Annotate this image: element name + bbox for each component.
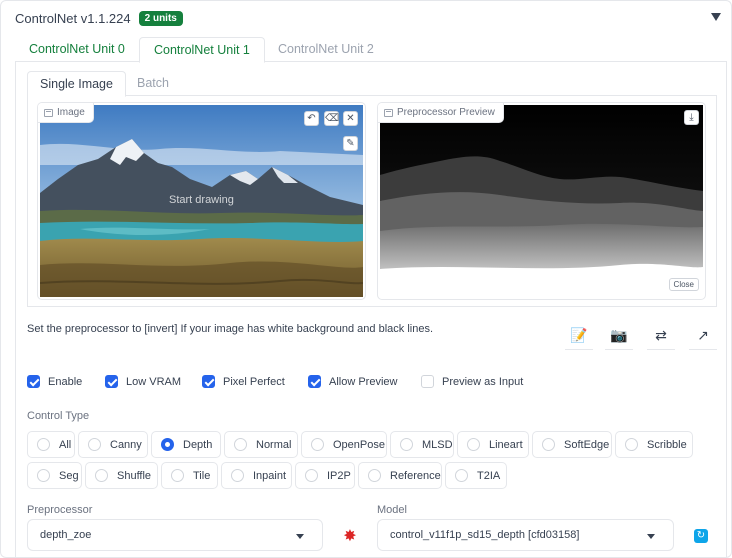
- model-select[interactable]: control_v11f1p_sd15_depth [cfd03158]: [377, 519, 674, 551]
- download-icon[interactable]: ⤓: [684, 110, 699, 125]
- model-label: Model: [377, 504, 407, 516]
- start-drawing-hint: Start drawing: [169, 194, 234, 206]
- tab-unit-1[interactable]: ControlNet Unit 1: [139, 37, 265, 63]
- preview-as-input-checkbox[interactable]: Preview as Input: [421, 375, 523, 388]
- control-type-softedge[interactable]: SoftEdge: [532, 431, 612, 458]
- control-type-tile[interactable]: Tile: [161, 462, 218, 489]
- close-icon[interactable]: ✕: [343, 111, 358, 126]
- allow-preview-checkbox[interactable]: Allow Preview: [308, 375, 397, 388]
- image-icon: [384, 108, 393, 117]
- image-canvas-box[interactable]: Image Start drawing ↶ ⌫ ✕ ✎: [37, 102, 366, 300]
- undo-icon[interactable]: ↶: [304, 111, 319, 126]
- tab-unit-2[interactable]: ControlNet Unit 2: [264, 37, 388, 62]
- collapse-icon[interactable]: [711, 13, 721, 21]
- brush-icon[interactable]: ✎: [343, 136, 358, 151]
- control-type-shuffle[interactable]: Shuffle: [85, 462, 158, 489]
- controlnet-panel: ControlNet v1.1.224 2 units ControlNet U…: [0, 0, 732, 558]
- control-type-openpose[interactable]: OpenPose: [301, 431, 387, 458]
- depth-map-preview: [380, 105, 703, 297]
- eraser-icon[interactable]: ⌫: [324, 111, 339, 126]
- swap-icon[interactable]: ⇄: [647, 322, 675, 350]
- panel-title: ControlNet v1.1.224: [15, 11, 131, 26]
- control-type-ip2p[interactable]: IP2P: [295, 462, 355, 489]
- preprocessor-preview-box: Preprocessor Preview ⤓ Close: [377, 102, 706, 300]
- control-type-depth[interactable]: Depth: [151, 431, 221, 458]
- low-vram-checkbox[interactable]: Low VRAM: [105, 375, 181, 388]
- image-label: Image: [38, 103, 94, 123]
- preprocessor-label: Preprocessor: [27, 504, 93, 516]
- explosion-icon[interactable]: ✸: [337, 523, 363, 549]
- control-type-reference[interactable]: Reference: [358, 462, 442, 489]
- preview-label: Preprocessor Preview: [378, 103, 504, 123]
- control-type-mlsd[interactable]: MLSD: [390, 431, 454, 458]
- control-type-seg[interactable]: Seg: [27, 462, 82, 489]
- invert-hint: Set the preprocessor to [invert] If your…: [27, 323, 433, 335]
- image-icon: [44, 108, 53, 117]
- control-type-t2ia[interactable]: T2IA: [445, 462, 507, 489]
- control-type-inpaint[interactable]: Inpaint: [221, 462, 292, 489]
- units-badge: 2 units: [138, 11, 183, 26]
- enable-checkbox[interactable]: Enable: [27, 375, 82, 388]
- tab-batch[interactable]: Batch: [125, 71, 181, 96]
- chevron-down-icon: [647, 534, 655, 539]
- pixel-perfect-checkbox[interactable]: Pixel Perfect: [202, 375, 285, 388]
- tab-single-image[interactable]: Single Image: [27, 71, 126, 97]
- control-type-lineart[interactable]: Lineart: [457, 431, 529, 458]
- edit-icon[interactable]: 📝: [565, 322, 593, 350]
- input-tabs: Single Image Batch: [27, 71, 717, 97]
- control-type-all[interactable]: All: [27, 431, 75, 458]
- close-preview-button[interactable]: Close: [668, 278, 699, 291]
- control-type-label: Control Type: [27, 410, 90, 422]
- send-dimensions-icon[interactable]: ↗: [689, 322, 717, 350]
- unit-tabs: ControlNet Unit 0 ControlNet Unit 1 Cont…: [15, 37, 727, 63]
- chevron-down-icon: [296, 534, 304, 539]
- preprocessor-select[interactable]: depth_zoe: [27, 519, 323, 551]
- control-type-scribble[interactable]: Scribble: [615, 431, 693, 458]
- panel-header[interactable]: ControlNet v1.1.224 2 units: [15, 11, 183, 26]
- camera-icon[interactable]: 📷: [605, 322, 633, 350]
- refresh-icon[interactable]: ↻: [694, 529, 708, 543]
- control-type-normal[interactable]: Normal: [224, 431, 298, 458]
- control-type-canny[interactable]: Canny: [78, 431, 148, 458]
- tab-unit-0[interactable]: ControlNet Unit 0: [15, 37, 139, 62]
